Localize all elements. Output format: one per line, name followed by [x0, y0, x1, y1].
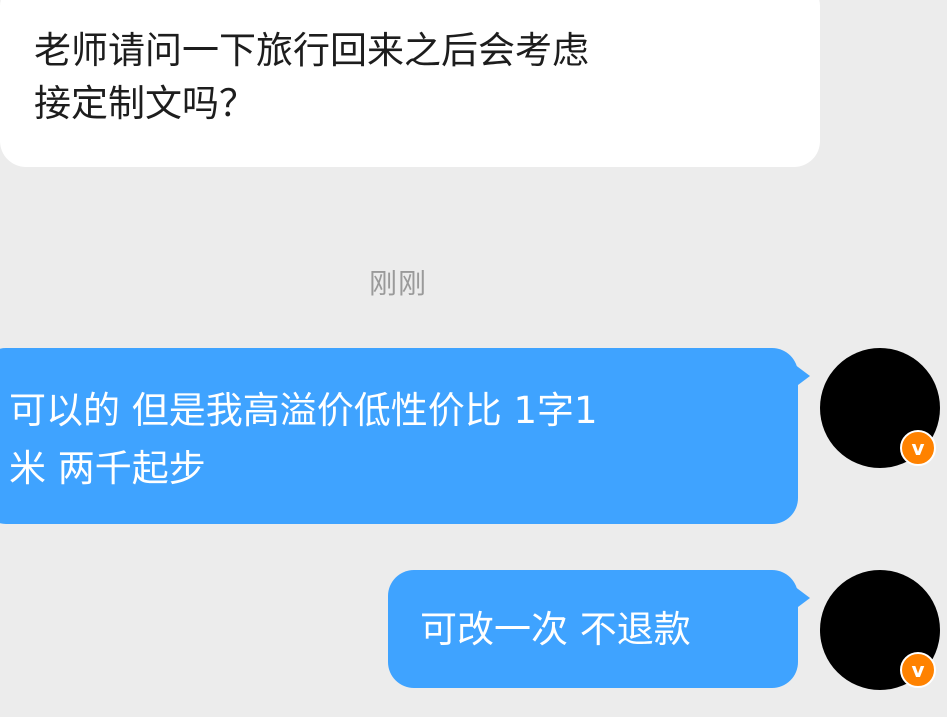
message-text-line: 接定制文吗？ — [34, 82, 256, 125]
message-text-line: 可以的 但是我高溢价低性价比 1字1 — [9, 389, 598, 432]
message-text-line: 可改一次 不退款 — [420, 608, 691, 651]
verified-v-badge-icon: v — [900, 652, 936, 688]
verified-v-badge-icon: v — [900, 430, 936, 466]
message-text-line: 老师请问一下旅行回来之后会考虑 — [34, 29, 589, 72]
incoming-message-bubble[interactable]: 老师请问一下旅行回来之后会考虑 接定制文吗？ — [0, 0, 820, 167]
message-text-line: 米 两千起步 — [9, 447, 206, 490]
outgoing-message-bubble[interactable]: 可以的 但是我高溢价低性价比 1字1 米 两千起步 — [0, 348, 810, 524]
message-timestamp: 刚刚 — [368, 267, 427, 300]
outgoing-message-bubble[interactable]: 可改一次 不退款 — [388, 570, 810, 688]
